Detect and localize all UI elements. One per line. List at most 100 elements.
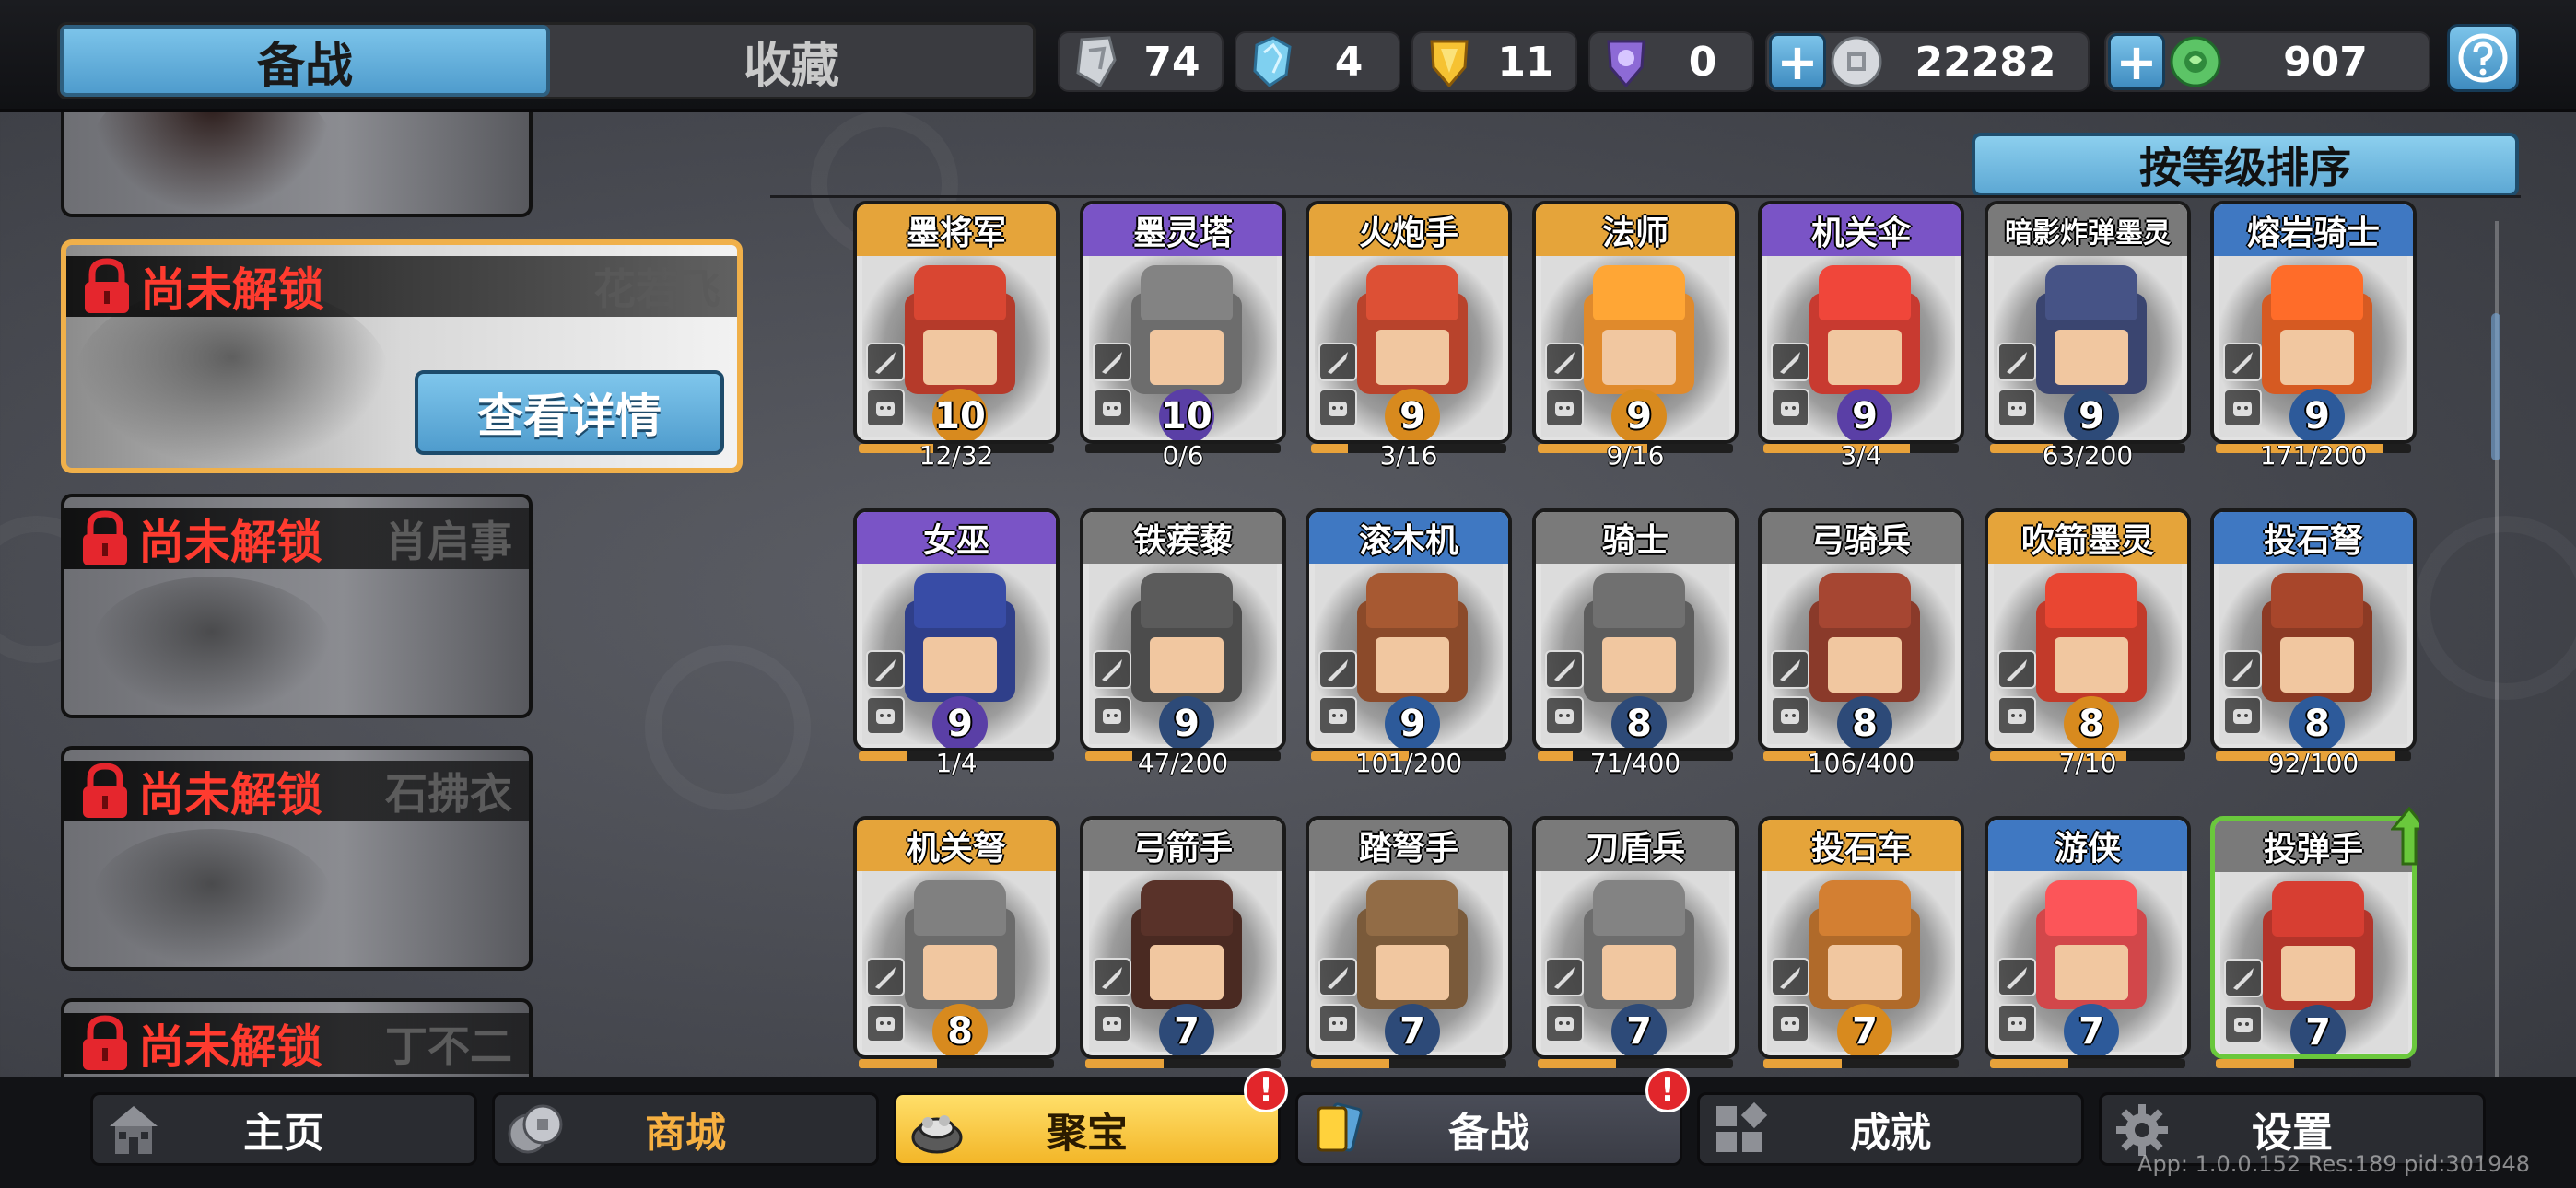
unit-face bbox=[1828, 945, 1902, 1000]
lock-icon bbox=[83, 763, 127, 818]
unit-helmet bbox=[2045, 265, 2137, 320]
unit-trait-icon bbox=[1997, 696, 2036, 735]
view-details-button[interactable]: 查看详情 bbox=[415, 370, 724, 455]
unit-helmet bbox=[914, 265, 1006, 320]
resource-blue-crystal: 4 bbox=[1235, 31, 1400, 92]
unit-card[interactable]: 火炮手 9 3/16 bbox=[1306, 201, 1512, 475]
unit-card[interactable]: 踏弩手 7 bbox=[1306, 816, 1512, 1077]
nav-home[interactable]: 主页 bbox=[90, 1092, 477, 1166]
tab-prepare[interactable]: 备战 bbox=[60, 25, 550, 97]
hero-name: 肖启事 bbox=[385, 517, 512, 566]
unit-level-badge: 10 bbox=[932, 389, 988, 440]
unit-card[interactable]: 机关伞 9 3/4 bbox=[1758, 201, 1964, 475]
unit-card[interactable]: 投石车 7 bbox=[1758, 816, 1964, 1077]
purple-gem-icon bbox=[1599, 35, 1653, 88]
unit-card[interactable]: 游侠 7 bbox=[1985, 816, 2191, 1077]
locked-label: 尚未解锁 bbox=[138, 516, 322, 569]
unit-card-frame: 游侠 7 bbox=[1985, 816, 2191, 1059]
unit-card[interactable]: 刀盾兵 7 bbox=[1532, 816, 1739, 1077]
help-button[interactable] bbox=[2447, 24, 2519, 92]
unit-name: 熔岩骑士 bbox=[2214, 204, 2413, 256]
unit-grid[interactable]: 墨将军 10 12/32 墨灵塔 10 0/6 火炮手 9 3/16 法师 9 9/16 机关伞 9 3/4… bbox=[853, 201, 2419, 1077]
nav-achievement[interactable]: 成就 bbox=[1697, 1092, 2084, 1166]
unit-progress-fill bbox=[1311, 1059, 1389, 1068]
unit-type-icon bbox=[1771, 650, 1809, 689]
unit-helmet bbox=[1366, 880, 1458, 936]
unit-helmet bbox=[1366, 573, 1458, 628]
sort-by-level-button[interactable]: 按等级排序 bbox=[1972, 133, 2519, 197]
unit-helmet bbox=[1141, 265, 1233, 320]
hero-card[interactable]: 尚未解锁 肖启事 bbox=[61, 494, 533, 718]
unit-card[interactable]: 吹箭墨灵 8 7/10 bbox=[1985, 508, 2191, 783]
unit-card[interactable]: 墨灵塔 10 0/6 bbox=[1080, 201, 1286, 475]
add-jade-button[interactable]: + bbox=[2108, 33, 2165, 91]
unit-card[interactable]: 弓骑兵 8 106/400 bbox=[1758, 508, 1964, 783]
unit-trait-icon bbox=[866, 389, 905, 427]
unit-type-icon bbox=[1997, 650, 2036, 689]
unit-progress-text: 101/200 bbox=[1354, 748, 1463, 778]
hero-card[interactable]: 尚未解锁 石拂衣 bbox=[61, 746, 533, 971]
unit-level-badge: 9 bbox=[2064, 389, 2119, 440]
unit-trait-icon bbox=[1093, 1004, 1131, 1042]
nav-shop[interactable]: 商城 bbox=[492, 1092, 879, 1166]
nav-prepare[interactable]: 备战 bbox=[1295, 1092, 1682, 1166]
nav-home-label: 主页 bbox=[243, 1110, 324, 1157]
unit-face bbox=[1602, 945, 1676, 1000]
silver-shard-count: 74 bbox=[1143, 38, 1200, 86]
unit-type-icon bbox=[1093, 650, 1131, 689]
notification-badge: ! bbox=[1244, 1068, 1288, 1112]
lock-icon bbox=[85, 258, 129, 313]
unit-name: 吹箭墨灵 bbox=[1988, 512, 2187, 564]
unit-card[interactable]: 滚木机 9 101/200 bbox=[1306, 508, 1512, 783]
unit-card-frame: 踏弩手 7 bbox=[1306, 816, 1512, 1059]
unit-type-icon bbox=[1545, 958, 1584, 996]
unit-trait-icon bbox=[1997, 389, 2036, 427]
hero-lock-header: 尚未解锁 石拂衣 bbox=[64, 761, 529, 821]
locked-label: 尚未解锁 bbox=[138, 768, 322, 821]
unit-card-frame: 熔岩骑士 9 bbox=[2210, 201, 2417, 444]
unit-name: 骑士 bbox=[1536, 512, 1735, 564]
scrollbar-thumb[interactable] bbox=[2491, 313, 2500, 460]
unit-type-icon bbox=[2224, 959, 2263, 997]
unit-level-badge: 8 bbox=[1611, 696, 1667, 748]
hero-list[interactable]: 尚未解锁 花若飞 查看详情 尚未解锁 肖启事 尚未解锁 石拂衣 尚未解锁 丁不二 bbox=[55, 112, 746, 1077]
unit-card-frame: 弓骑兵 8 bbox=[1758, 508, 1964, 751]
unit-card[interactable]: 法师 9 9/16 bbox=[1532, 201, 1739, 475]
lock-icon bbox=[83, 510, 127, 565]
unit-card[interactable]: 暗影炸弹墨灵 9 63/200 bbox=[1985, 201, 2191, 475]
hero-lock-header: 尚未解锁 花若飞 bbox=[66, 256, 737, 317]
nav-treasure[interactable]: 聚宝 bbox=[894, 1092, 1281, 1166]
unit-card[interactable]: 骑士 8 71/400 bbox=[1532, 508, 1739, 783]
unit-card[interactable]: 铁蒺藜 9 47/200 bbox=[1080, 508, 1286, 783]
hero-card-selected[interactable]: 尚未解锁 花若飞 查看详情 bbox=[61, 239, 743, 473]
unit-card[interactable]: 投弹手 7 bbox=[2210, 806, 2419, 1077]
unit-name: 弓箭手 bbox=[1083, 820, 1282, 871]
tab-collection[interactable]: 收藏 bbox=[550, 25, 1033, 97]
unit-card-frame: 刀盾兵 7 bbox=[1532, 816, 1739, 1059]
unit-trait-icon bbox=[1545, 389, 1584, 427]
unit-card[interactable]: 机关弩 8 bbox=[853, 816, 1060, 1077]
unit-level-badge: 7 bbox=[2290, 1005, 2346, 1054]
hero-card-partial[interactable] bbox=[61, 112, 533, 217]
unit-card[interactable]: 投石弩 8 92/100 bbox=[2210, 508, 2417, 783]
hero-card[interactable]: 尚未解锁 丁不二 bbox=[61, 998, 533, 1077]
unit-type-icon bbox=[1093, 958, 1131, 996]
unit-progress-fill bbox=[1538, 1059, 1616, 1068]
unit-progress-text: 92/100 bbox=[2267, 748, 2359, 778]
unit-progress-text: 47/200 bbox=[1137, 748, 1229, 778]
unit-card[interactable]: 女巫 9 1/4 bbox=[853, 508, 1060, 783]
unit-progress-text: 106/400 bbox=[1807, 748, 1915, 778]
unit-card[interactable]: 墨将军 10 12/32 bbox=[853, 201, 1060, 475]
unit-card[interactable]: 弓箭手 7 bbox=[1080, 816, 1286, 1077]
bottom-nav: 主页 商城 聚宝 ! 备战 ! 成就 设置 App: 1.0.0.152 Res… bbox=[0, 1068, 2576, 1188]
resource-gold-shield: 11 bbox=[1411, 31, 1577, 92]
add-silver-coin-button[interactable]: + bbox=[1769, 33, 1826, 91]
unit-level-badge: 7 bbox=[1385, 1004, 1440, 1055]
jade-count: 907 bbox=[2283, 38, 2368, 86]
unit-name: 刀盾兵 bbox=[1536, 820, 1735, 871]
unit-card[interactable]: 熔岩骑士 9 171/200 bbox=[2210, 201, 2417, 475]
notification-badge: ! bbox=[1645, 1068, 1690, 1112]
help-icon bbox=[2458, 33, 2508, 83]
hero-name: 花若飞 bbox=[593, 264, 720, 314]
unit-card-frame: 女巫 9 bbox=[853, 508, 1060, 751]
